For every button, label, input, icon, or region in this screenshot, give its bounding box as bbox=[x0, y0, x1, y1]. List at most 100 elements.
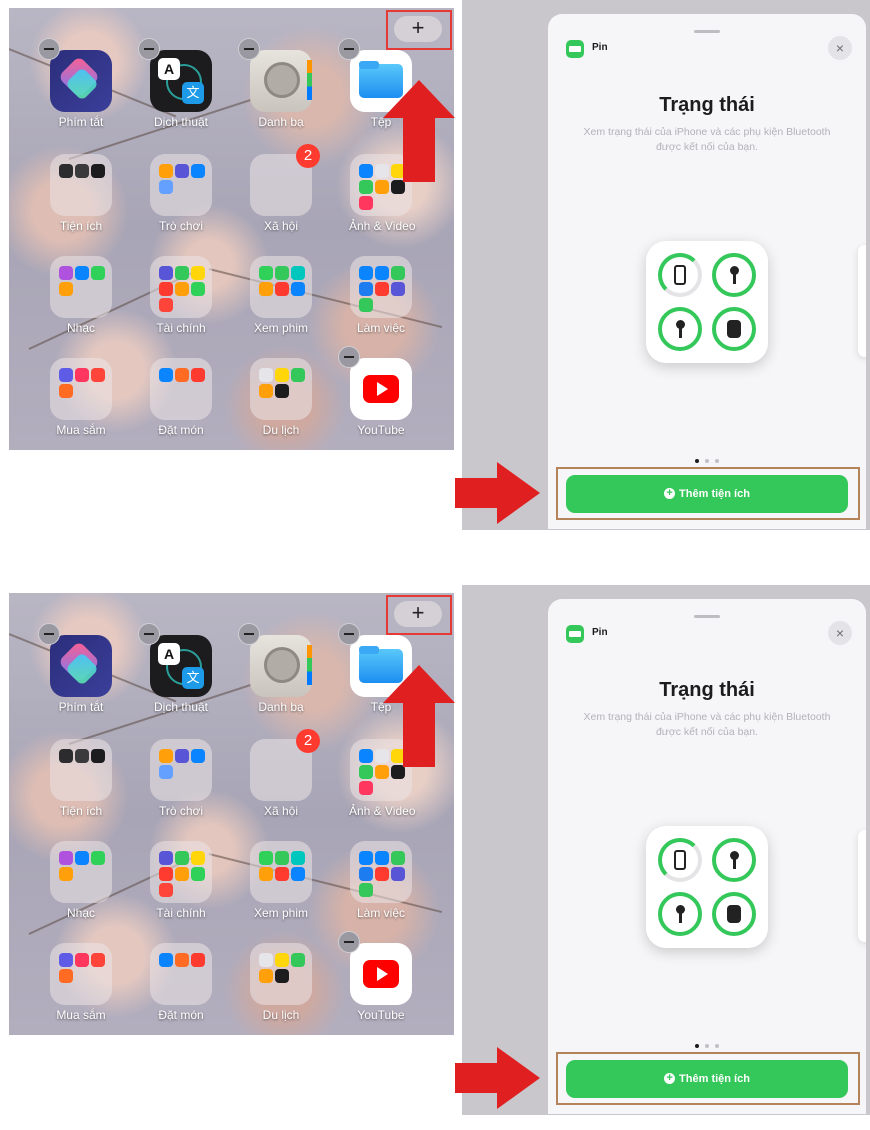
remove-icon[interactable] bbox=[138, 623, 160, 645]
battery-widget-preview[interactable] bbox=[646, 241, 768, 363]
widget-app-name: Pin bbox=[592, 42, 608, 53]
youtube-icon bbox=[338, 931, 412, 1005]
plus-icon: + bbox=[664, 1072, 676, 1084]
airpod-battery-ring bbox=[658, 307, 702, 351]
folder-label: Làm việc bbox=[356, 321, 406, 335]
folder-label: Trò chơi bbox=[158, 219, 204, 233]
folder-games[interactable]: Trò chơi bbox=[149, 154, 213, 233]
battery-icon bbox=[566, 625, 584, 643]
folder-icon bbox=[150, 256, 212, 318]
remove-icon[interactable] bbox=[138, 38, 160, 60]
home-screen: + Phím tắt A文 Dịch thuật Danh bạ Tệp Tiệ… bbox=[9, 8, 454, 450]
shortcuts-icon bbox=[38, 38, 112, 112]
folder-food-order[interactable]: Đặt món bbox=[149, 358, 213, 437]
close-button[interactable]: × bbox=[828, 36, 852, 60]
next-widget-preview[interactable] bbox=[858, 830, 866, 942]
arrow-right-icon bbox=[455, 462, 540, 524]
arrow-up-icon bbox=[383, 665, 455, 767]
folder-finance[interactable]: Tài chính bbox=[149, 256, 213, 335]
folder-label: Xem phim bbox=[253, 906, 309, 920]
folder-icon bbox=[150, 841, 212, 903]
add-widget-button[interactable]: + Thêm tiện ích bbox=[566, 475, 848, 513]
folder-label: Nhạc bbox=[66, 321, 95, 335]
page-indicator[interactable] bbox=[548, 1044, 866, 1048]
app-label: Danh bạ bbox=[258, 700, 304, 714]
app-contacts[interactable]: Danh bạ bbox=[238, 38, 313, 129]
plus-icon: + bbox=[664, 487, 676, 499]
remove-icon[interactable] bbox=[38, 38, 60, 60]
folder-finance[interactable]: Tài chính bbox=[149, 841, 213, 920]
folder-icon bbox=[150, 943, 212, 1005]
airpod-icon bbox=[676, 905, 685, 923]
shortcuts-icon bbox=[38, 623, 112, 697]
app-shortcuts[interactable]: Phím tắt bbox=[38, 623, 113, 714]
app-shortcuts[interactable]: Phím tắt bbox=[38, 38, 113, 129]
folder-social[interactable]: 2 Xã hội bbox=[249, 144, 320, 233]
remove-icon[interactable] bbox=[238, 38, 260, 60]
folder-work[interactable]: Làm việc bbox=[349, 256, 413, 335]
folder-shopping[interactable]: Mua sắm bbox=[49, 358, 113, 437]
folder-label: Tài chính bbox=[156, 321, 206, 335]
remove-icon[interactable] bbox=[338, 346, 360, 368]
folder-shopping[interactable]: Mua sắm bbox=[49, 943, 113, 1022]
widget-title: Trạng thái bbox=[659, 679, 755, 701]
folder-icon: 2 bbox=[250, 144, 320, 216]
remove-icon[interactable] bbox=[338, 931, 360, 953]
folder-travel[interactable]: Du lịch bbox=[249, 943, 313, 1022]
folder-music[interactable]: Nhạc bbox=[49, 841, 113, 920]
app-label: Phím tắt bbox=[58, 115, 104, 129]
app-label: Danh bạ bbox=[258, 115, 304, 129]
folder-food-order[interactable]: Đặt món bbox=[149, 943, 213, 1022]
app-translate[interactable]: A文 Dịch thuật bbox=[138, 38, 213, 129]
folder-icon bbox=[250, 358, 312, 420]
airpod-icon bbox=[730, 266, 739, 284]
app-translate[interactable]: A文 Dịch thuật bbox=[138, 623, 213, 714]
add-widget-label: Thêm tiện ích bbox=[679, 488, 750, 500]
airpods-case-icon bbox=[727, 320, 741, 338]
folder-utilities[interactable]: Tiện ích bbox=[49, 739, 113, 818]
folder-icon bbox=[50, 256, 112, 318]
close-button[interactable]: × bbox=[828, 621, 852, 645]
folder-icon bbox=[150, 154, 212, 216]
folder-utilities[interactable]: Tiện ích bbox=[49, 154, 113, 233]
battery-widget-preview[interactable] bbox=[646, 826, 768, 948]
folder-label: Đặt món bbox=[158, 423, 204, 437]
app-label: YouTube bbox=[357, 1008, 405, 1022]
folder-music[interactable]: Nhạc bbox=[49, 256, 113, 335]
page-indicator[interactable] bbox=[548, 459, 866, 463]
folder-icon bbox=[250, 943, 312, 1005]
folder-icon bbox=[350, 256, 412, 318]
app-youtube[interactable]: YouTube bbox=[338, 346, 413, 437]
folder-social[interactable]: 2 Xã hội bbox=[249, 729, 320, 818]
app-contacts[interactable]: Danh bạ bbox=[238, 623, 313, 714]
highlight-frame bbox=[386, 595, 452, 635]
widget-title: Trạng thái bbox=[659, 94, 755, 116]
folder-games[interactable]: Trò chơi bbox=[149, 739, 213, 818]
add-widget-button[interactable]: + Thêm tiện ích bbox=[566, 1060, 848, 1098]
app-youtube[interactable]: YouTube bbox=[338, 931, 413, 1022]
folder-label: Làm việc bbox=[356, 906, 406, 920]
folder-label: Nhạc bbox=[66, 906, 95, 920]
folder-icon bbox=[150, 358, 212, 420]
phone-icon bbox=[674, 265, 686, 285]
remove-icon[interactable] bbox=[38, 623, 60, 645]
widget-app-name: Pin bbox=[592, 627, 608, 638]
remove-icon[interactable] bbox=[238, 623, 260, 645]
folder-label: Trò chơi bbox=[158, 804, 204, 818]
next-widget-preview[interactable] bbox=[858, 245, 866, 357]
widget-description: Xem trạng thái của iPhone và các phụ kiệ… bbox=[583, 126, 831, 153]
folder-label: Mua sắm bbox=[56, 1008, 106, 1022]
airpod-icon bbox=[730, 851, 739, 869]
sheet-grabber[interactable] bbox=[694, 30, 720, 33]
case-battery-ring bbox=[712, 892, 756, 936]
folder-movies[interactable]: Xem phim bbox=[249, 841, 313, 920]
remove-icon[interactable] bbox=[338, 623, 360, 645]
folder-travel[interactable]: Du lịch bbox=[249, 358, 313, 437]
folder-movies[interactable]: Xem phim bbox=[249, 256, 313, 335]
folder-work[interactable]: Làm việc bbox=[349, 841, 413, 920]
sheet-grabber[interactable] bbox=[694, 615, 720, 618]
airpod-battery-ring bbox=[712, 838, 756, 882]
folder-label: Ảnh & Video bbox=[349, 804, 416, 818]
arrow-up-icon bbox=[383, 80, 455, 182]
remove-icon[interactable] bbox=[338, 38, 360, 60]
